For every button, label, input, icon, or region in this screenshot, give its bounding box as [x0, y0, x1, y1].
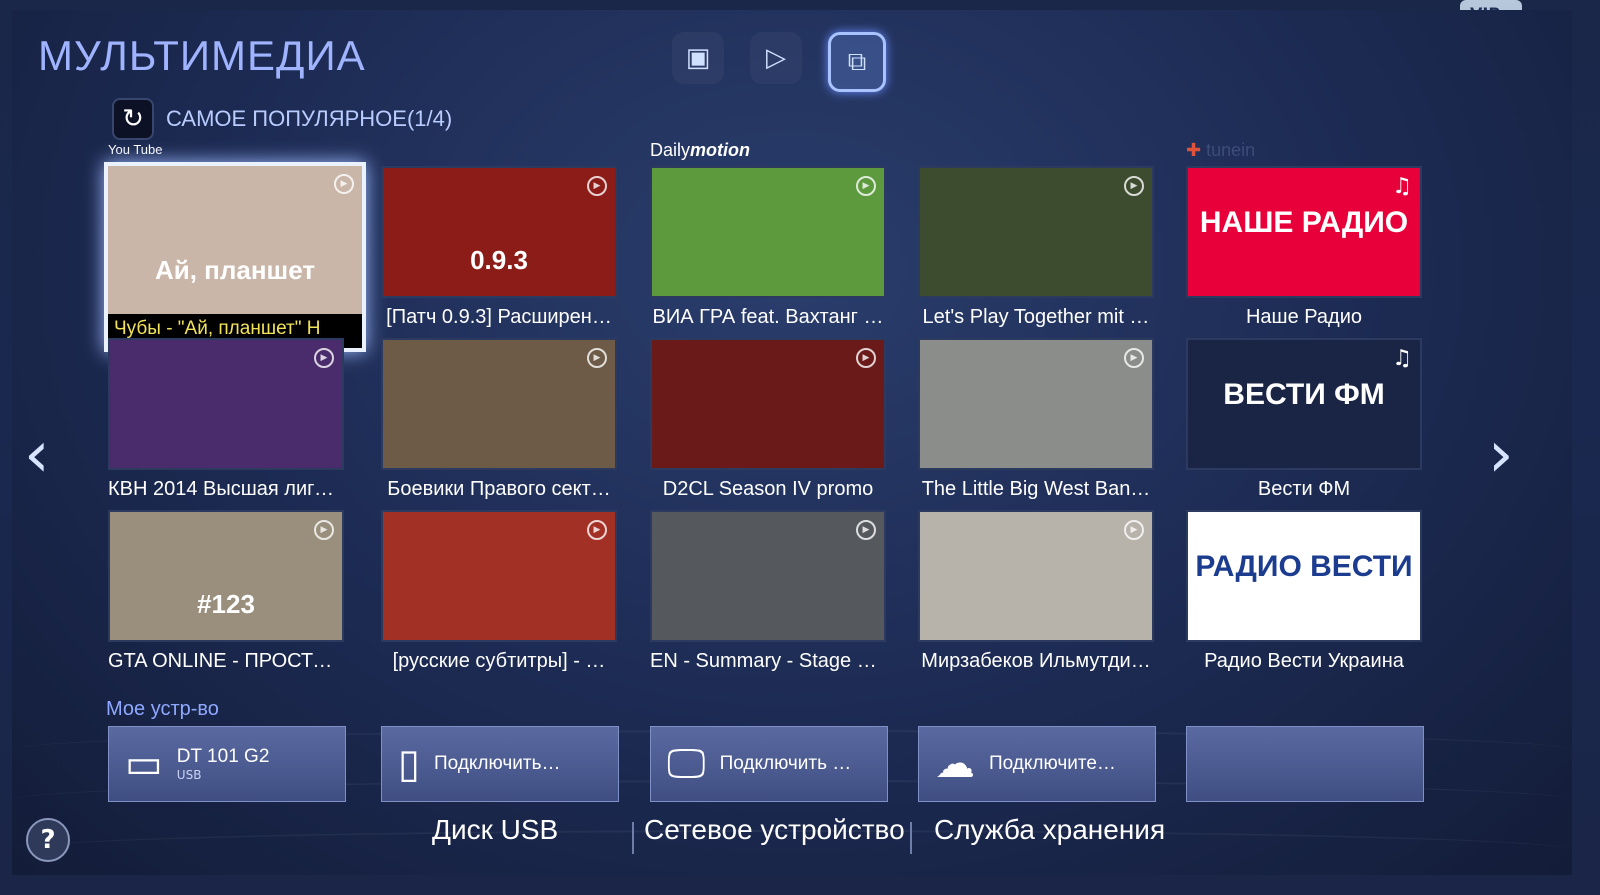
thumbnail-text: 0.9.3 [470, 244, 528, 275]
page-title: МУЛЬТИМЕДИА [38, 32, 366, 79]
thumbnail: ▶ [381, 510, 617, 642]
phone-icon: ▯ [398, 741, 421, 787]
radio-tile[interactable]: РАДИО ВЕСТИ Радио Вести Украина [1186, 510, 1422, 673]
thumbnail-text: НАШЕ РАДИО [1199, 206, 1409, 240]
cloud-icon: ☁ [935, 741, 975, 787]
thumbnail-text: #123 [197, 588, 255, 619]
tunein-logo: ✚ tunein [1186, 140, 1256, 160]
my-devices-label: Мое устр-во [106, 698, 219, 720]
tile-caption: Наше Радио [1245, 306, 1363, 328]
device-name: DT 101 G2 [176, 746, 270, 767]
refresh-icon[interactable]: ↻ [112, 98, 154, 140]
tile-caption: [русские субтитры] - … [392, 650, 606, 672]
play-icon: ▶ [334, 174, 354, 194]
smart-hub-screen: МУЛЬТИМЕДИА ▣ ▷ ⧉ ↻ САМОЕ ПОПУЛЯРНОЕ(1/4… [12, 10, 1572, 875]
next-page-arrow[interactable]: › [1488, 418, 1514, 492]
device-name: Подключите… [989, 753, 1116, 774]
tile-caption: The Little Big West Ban… [921, 478, 1151, 500]
photos-icon[interactable]: ▣ [672, 32, 724, 84]
thumbnail-text: РАДИО ВЕСТИ [1195, 550, 1413, 584]
thumbnail: ▶ [918, 166, 1154, 298]
play-icon: ▶ [1124, 348, 1144, 368]
tile-caption: Мирзабеков Ильмутди… [921, 650, 1151, 672]
device-tile[interactable]: ▭ DT 101 G2 USB [108, 726, 346, 802]
thumbnail: ВЕСТИ ФМ ♫ [1186, 338, 1422, 470]
play-icon: ▶ [587, 176, 607, 196]
music-icon: ♫ [1392, 346, 1412, 371]
prev-page-arrow[interactable]: ‹ [24, 418, 50, 492]
thumbnail: #123 ▶ [108, 510, 344, 642]
section-label: САМОЕ ПОПУЛЯРНОЕ(1/4) [166, 106, 453, 131]
thumbnail-text: Ай, планшет [154, 254, 316, 285]
thumbnail: ▶ [381, 338, 617, 470]
play-icon: ▶ [587, 520, 607, 540]
tile-caption: Боевики Правого сект… [387, 478, 611, 500]
thumbnail: РАДИО ВЕСТИ [1186, 510, 1422, 642]
video-tile[interactable]: ▶ [русские субтитры] - … [381, 510, 617, 673]
video-tile[interactable]: ▶ Мирзабеков Ильмутди… [918, 510, 1154, 673]
device-name: Подключить… [434, 753, 561, 774]
video-tile[interactable]: ▶ The Little Big West Ban… [918, 338, 1154, 501]
video-tile[interactable]: ▶ Let's Play Together mit … [918, 166, 1154, 329]
tab-storage-service[interactable]: Служба хранения [934, 814, 1165, 846]
tile-caption: Let's Play Together mit … [922, 306, 1150, 328]
section-header: ↻ САМОЕ ПОПУЛЯРНОЕ(1/4) [112, 98, 452, 140]
thumbnail: ▶ [650, 510, 886, 642]
tile-caption: ВИА ГРА feat. Вахтанг … [652, 306, 884, 328]
device-tile[interactable]: ☁ Подключите… [918, 726, 1156, 802]
monitor-icon: 🖵 [667, 741, 706, 787]
thumbnail-text: ВЕСТИ ФМ [1223, 378, 1385, 412]
thumbnail: ▶ [650, 338, 886, 470]
play-icon: ▶ [856, 348, 876, 368]
video-tile[interactable]: ▶ EN - Summary - Stage 1… [650, 510, 886, 673]
tile-caption: КВН 2014 Высшая лига… [108, 478, 344, 500]
thumbnail: НАШЕ РАДИО ♫ [1186, 166, 1422, 298]
tile-caption: Радио Вести Украина [1204, 650, 1404, 672]
video-tile[interactable]: 0.9.3 ▶ [Патч 0.9.3] Расширен… [381, 166, 617, 329]
help-icon[interactable]: ? [26, 818, 70, 862]
device-name: Подключить … [719, 753, 852, 774]
device-tile[interactable]: ▯ Подключить… [381, 726, 619, 802]
play-icon: ▶ [856, 520, 876, 540]
tab-network-device[interactable]: Сетевое устройство [644, 814, 905, 846]
video-tile[interactable]: ▶ КВН 2014 Высшая лига… [108, 338, 344, 501]
play-icon: ▶ [856, 176, 876, 196]
thumbnail: ▶ [108, 338, 344, 470]
dailymotion-logo: Dailymotion [650, 140, 751, 160]
video-tile[interactable]: ▶ Боевики Правого сект… [381, 338, 617, 501]
screen-mirror-icon[interactable]: ⧉ [828, 32, 886, 92]
play-icon: ▶ [314, 520, 334, 540]
top-toolbar: ▣ ▷ ⧉ [672, 32, 886, 92]
tile-caption: D2CL Season IV promo [662, 478, 874, 500]
video-tile[interactable]: ▶ D2CL Season IV promo [650, 338, 886, 501]
play-icon: ▶ [314, 348, 334, 368]
video-tile[interactable]: ▶ ВИА ГРА feat. Вахтанг … [650, 166, 886, 329]
radio-tile[interactable]: ВЕСТИ ФМ ♫ Вести ФМ [1186, 338, 1422, 501]
usb-drive-icon: ▭ [125, 741, 163, 787]
thumbnail: Ай, планшет ▶ [108, 166, 362, 314]
thumbnail: ▶ [650, 166, 886, 298]
tv-frame: VIP МУЛЬТИМЕДИА ▣ ▷ ⧉ ↻ САМОЕ ПОПУЛЯРНОЕ… [0, 0, 1600, 895]
device-tile[interactable] [1186, 726, 1424, 802]
play-icon: ▶ [1124, 520, 1144, 540]
video-tile[interactable]: Ай, планшет ▶ Чубы - "Ай, планшет" Н [104, 162, 366, 352]
tile-caption: GTA ONLINE - ПРОСТО… [108, 650, 344, 672]
tab-usb-disk[interactable]: Диск USB [432, 814, 558, 846]
tile-caption: Вести ФМ [1257, 478, 1351, 500]
thumbnail: ▶ [918, 338, 1154, 470]
tile-caption: EN - Summary - Stage 1… [650, 650, 886, 672]
thumbnail: ▶ [918, 510, 1154, 642]
radio-tile[interactable]: НАШЕ РАДИО ♫ Наше Радио [1186, 166, 1422, 329]
music-icon: ♫ [1392, 174, 1412, 199]
device-type: USB [176, 768, 202, 782]
youtube-logo: You Tube [108, 142, 163, 157]
device-tile[interactable]: 🖵 Подключить … [650, 726, 888, 802]
tile-caption: [Патч 0.9.3] Расширен… [386, 306, 612, 328]
video-tile[interactable]: #123 ▶ GTA ONLINE - ПРОСТО… [108, 510, 344, 673]
play-icon[interactable]: ▷ [750, 32, 802, 84]
play-icon: ▶ [587, 348, 607, 368]
play-icon: ▶ [1124, 176, 1144, 196]
thumbnail: 0.9.3 ▶ [381, 166, 617, 298]
